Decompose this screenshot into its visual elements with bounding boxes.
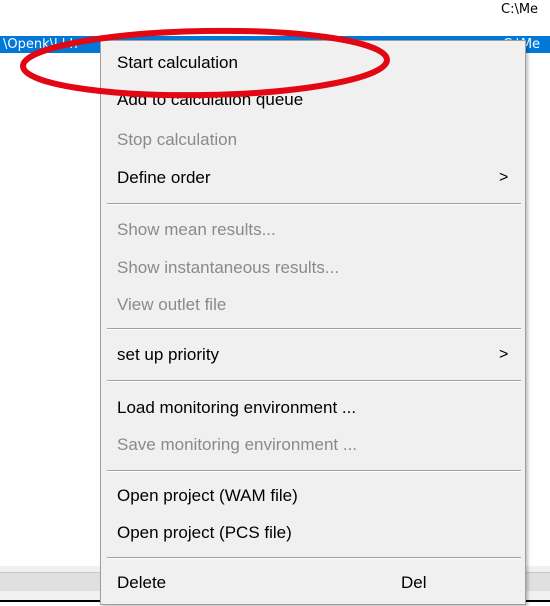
menu-item-show-mean-results: Show mean results... xyxy=(101,212,525,248)
menu-item-show-instantaneous-results: Show instantaneous results... xyxy=(101,250,525,286)
horizontal-scrollbar-left[interactable] xyxy=(0,572,100,591)
submenu-arrow-icon: > xyxy=(499,346,509,363)
menu-item-open-project-pcs[interactable]: Open project (PCS file) xyxy=(101,515,525,551)
menu-item-define-order[interactable]: Define order > xyxy=(101,160,525,196)
menu-item-label: Save monitoring environment ... xyxy=(117,435,358,454)
row-project-path: \Openk\l l h xyxy=(3,37,78,52)
column-header-path: C:\Me xyxy=(501,2,539,17)
menu-item-label: Open project (PCS file) xyxy=(117,523,292,542)
submenu-arrow-icon: > xyxy=(499,169,509,186)
menu-item-view-outlet-file: View outlet file xyxy=(101,287,525,323)
menu-separator xyxy=(107,557,521,559)
menu-item-label: Load monitoring environment ... xyxy=(117,398,357,417)
menu-item-load-monitoring-environment[interactable]: Load monitoring environment ... xyxy=(101,390,525,426)
menu-item-label: Add to calculation queue xyxy=(117,90,304,109)
menu-item-label: Delete xyxy=(117,573,167,592)
menu-item-save-monitoring-environment: Save monitoring environment ... xyxy=(101,427,525,463)
horizontal-scrollbar-right[interactable] xyxy=(525,572,550,591)
menu-item-set-up-priority[interactable]: set up priority > xyxy=(101,337,525,373)
menu-item-label: Stop calculation xyxy=(117,130,238,149)
menu-separator xyxy=(107,328,521,330)
menu-item-delete[interactable]: Delete Del xyxy=(101,565,525,601)
menu-item-label: set up priority xyxy=(117,345,220,364)
menu-separator xyxy=(107,203,521,205)
menu-item-open-project-wam[interactable]: Open project (WAM file) xyxy=(101,478,525,514)
menu-separator xyxy=(107,380,521,382)
context-menu: Start calculation Add to calculation que… xyxy=(100,40,526,605)
menu-item-label: Define order xyxy=(117,168,211,187)
menu-item-label: Open project (WAM file) xyxy=(117,486,298,505)
menu-item-label: Show instantaneous results... xyxy=(117,258,340,277)
menu-item-add-to-queue[interactable]: Add to calculation queue xyxy=(101,82,525,118)
menu-item-label: View outlet file xyxy=(117,295,227,314)
menu-item-label: Start calculation xyxy=(117,53,238,72)
menu-item-start-calculation[interactable]: Start calculation xyxy=(101,45,525,81)
menu-item-label: Show mean results... xyxy=(117,220,276,239)
shortcut-label: Del xyxy=(401,573,427,592)
menu-item-stop-calculation: Stop calculation xyxy=(101,122,525,158)
menu-separator xyxy=(107,470,521,472)
